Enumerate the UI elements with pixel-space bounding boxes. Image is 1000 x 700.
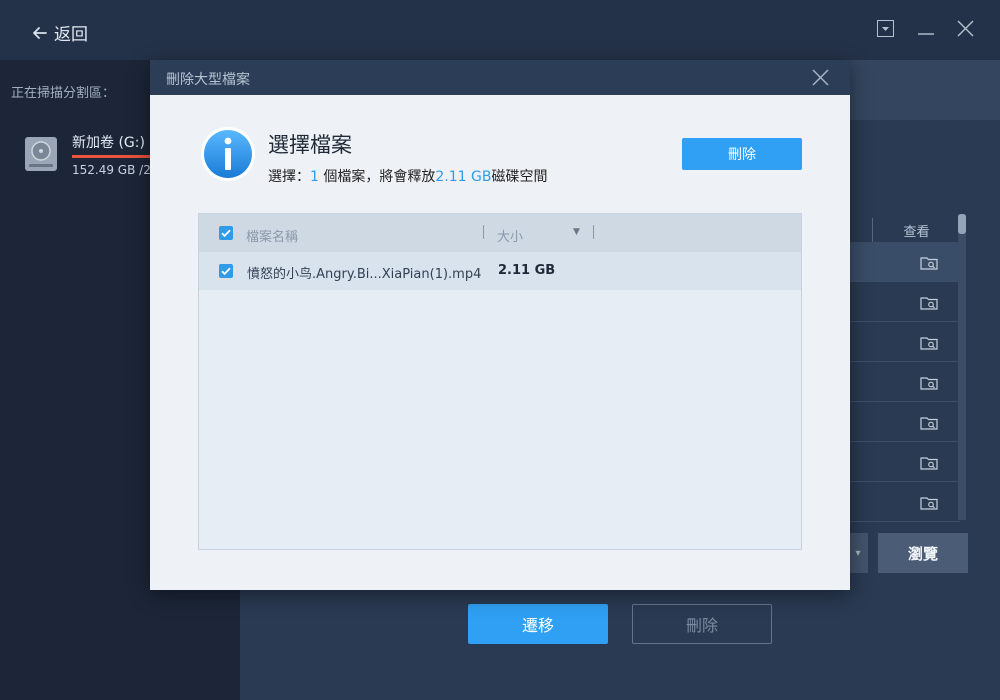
folder-view-icon[interactable]	[920, 495, 938, 511]
folder-view-icon[interactable]	[920, 375, 938, 391]
table-row[interactable]: 憤怒的小鸟.Angry.Bi...XiaPian(1).mp4 2.11 GB	[199, 252, 801, 290]
folder-view-icon[interactable]	[920, 415, 938, 431]
table-row[interactable]	[850, 242, 960, 282]
selection-summary: 選擇：1 個檔案，將會釋放2.11 GB磁碟空間	[268, 166, 547, 186]
file-size: 2.11 GB	[498, 263, 556, 278]
selected-count: 1	[310, 169, 319, 185]
hard-drive-icon	[25, 137, 57, 171]
column-divider[interactable]	[483, 225, 484, 239]
checkbox-icon	[219, 264, 233, 278]
minimize-icon[interactable]	[917, 20, 935, 37]
scan-label: 正在掃描分割區：	[11, 86, 116, 101]
folder-view-icon[interactable]	[920, 255, 938, 271]
info-icon	[201, 127, 255, 181]
table-row[interactable]	[850, 482, 960, 522]
row-checkbox[interactable]	[219, 264, 233, 278]
folder-view-icon[interactable]	[920, 335, 938, 351]
delete-large-files-dialog: 刪除大型檔案 選擇檔案 選擇：1 個檔案，將會釋放2.11 GB磁碟空間 刪除 …	[150, 60, 850, 590]
table-row[interactable]	[850, 282, 960, 322]
summary-suffix: 磁碟空間	[491, 169, 548, 185]
file-table: 檔案名稱 大小 ▼ 憤怒的小鸟.Angry.Bi...XiaPian(1).mp…	[198, 213, 802, 550]
select-all-checkbox[interactable]	[219, 226, 233, 240]
delete-button[interactable]: 刪除	[632, 604, 772, 644]
dropdown-window-icon[interactable]	[877, 20, 894, 37]
column-header-size[interactable]: 大小	[497, 226, 523, 245]
file-name: 憤怒的小鸟.Angry.Bi...XiaPian(1).mp4	[247, 267, 482, 282]
table-row[interactable]	[850, 322, 960, 362]
close-icon[interactable]	[812, 69, 829, 86]
close-icon[interactable]	[957, 20, 974, 37]
browse-button[interactable]: 瀏覽	[878, 533, 968, 573]
scrollbar-thumb[interactable]	[958, 214, 966, 234]
summary-middle: 個檔案，將會釋放	[318, 169, 436, 185]
path-dropdown[interactable]: ▾	[848, 533, 868, 573]
summary-prefix: 選擇：	[268, 169, 310, 185]
back-label: 返回	[54, 25, 88, 45]
column-divider[interactable]	[593, 225, 594, 239]
title-bar: 返回	[0, 0, 1000, 60]
table-row[interactable]	[850, 442, 960, 482]
table-row[interactable]	[850, 362, 960, 402]
checkbox-icon	[219, 226, 233, 240]
migrate-button[interactable]: 遷移	[468, 604, 608, 644]
dialog-title: 刪除大型檔案	[166, 72, 250, 88]
arrow-left-icon	[33, 26, 47, 39]
back-button[interactable]: 返回	[32, 20, 88, 45]
view-column-header: 查看	[872, 218, 960, 242]
freed-size: 2.11 GB	[435, 169, 492, 185]
scrollbar-track[interactable]	[958, 214, 966, 520]
table-row[interactable]	[850, 402, 960, 442]
folder-view-icon[interactable]	[920, 455, 938, 471]
sort-arrow-icon[interactable]: ▼	[573, 227, 580, 237]
dialog-titlebar: 刪除大型檔案	[150, 60, 850, 95]
column-header-name[interactable]: 檔案名稱	[246, 226, 298, 245]
drive-name: 新加卷 (G:)	[72, 135, 145, 151]
folder-view-icon[interactable]	[920, 295, 938, 311]
dialog-heading: 選擇檔案	[268, 133, 352, 157]
file-table-header: 檔案名稱 大小 ▼	[199, 214, 801, 252]
dialog-delete-button[interactable]: 刪除	[682, 138, 802, 170]
